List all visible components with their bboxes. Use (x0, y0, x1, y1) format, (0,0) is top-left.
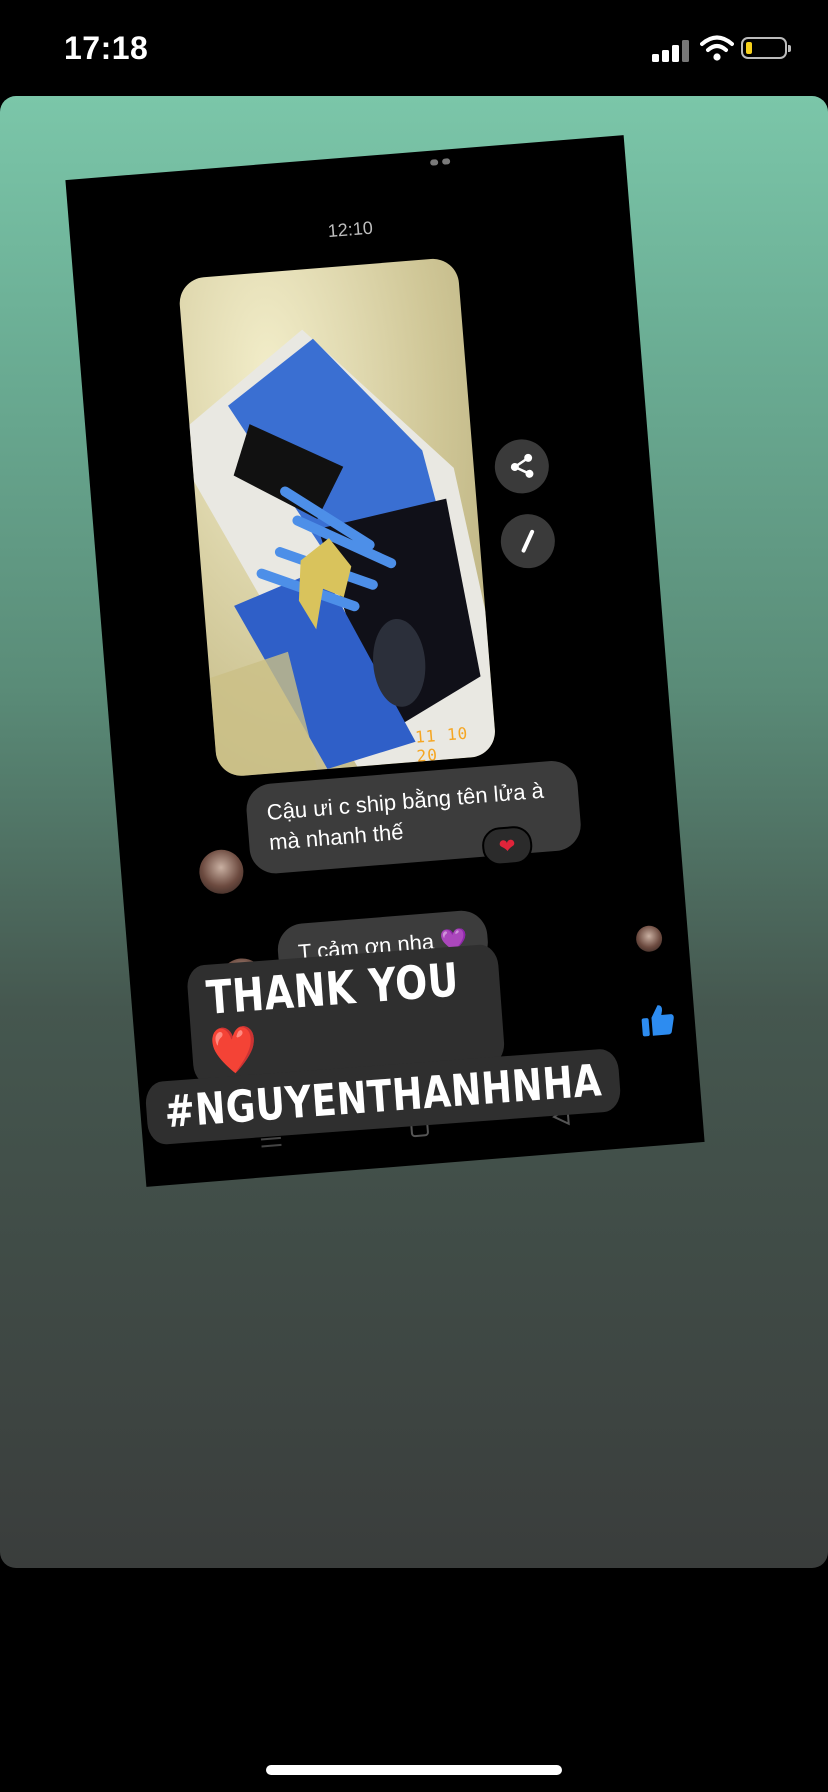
partial-reaction (429, 150, 470, 166)
chat-timestamp: 12:10 (327, 217, 374, 242)
signal-icon (652, 38, 692, 62)
message-bubble[interactable]: Cậu ưi c ship bằng tên lửa à mà nhanh th… (244, 759, 583, 876)
sneaker-photo[interactable]: 11 10 20 (177, 256, 497, 778)
home-indicator[interactable] (266, 1765, 562, 1775)
battery-icon (741, 37, 791, 59)
story-card[interactable]: 12:10 11 10 20 Cậu ưi c ship bằng tên lử… (0, 96, 828, 1568)
edit-button[interactable] (498, 512, 557, 571)
thank-you-sticker[interactable]: THANK YOU ❤️ #NGUYENTHANHNHA (136, 938, 622, 1146)
wifi-icon (700, 34, 734, 62)
avatar (197, 848, 246, 896)
share-button[interactable] (492, 437, 551, 496)
heart-reaction[interactable]: ❤ (480, 824, 534, 867)
seen-avatar (635, 924, 664, 953)
pencil-icon (521, 529, 535, 553)
photo-date-stamp: 11 10 20 (414, 723, 469, 766)
heart-icon: ❤ (498, 834, 517, 858)
share-icon (510, 453, 534, 478)
status-time: 17:18 (64, 30, 149, 66)
status-bar: 17:18 (0, 0, 828, 96)
like-icon[interactable] (638, 1002, 677, 1039)
